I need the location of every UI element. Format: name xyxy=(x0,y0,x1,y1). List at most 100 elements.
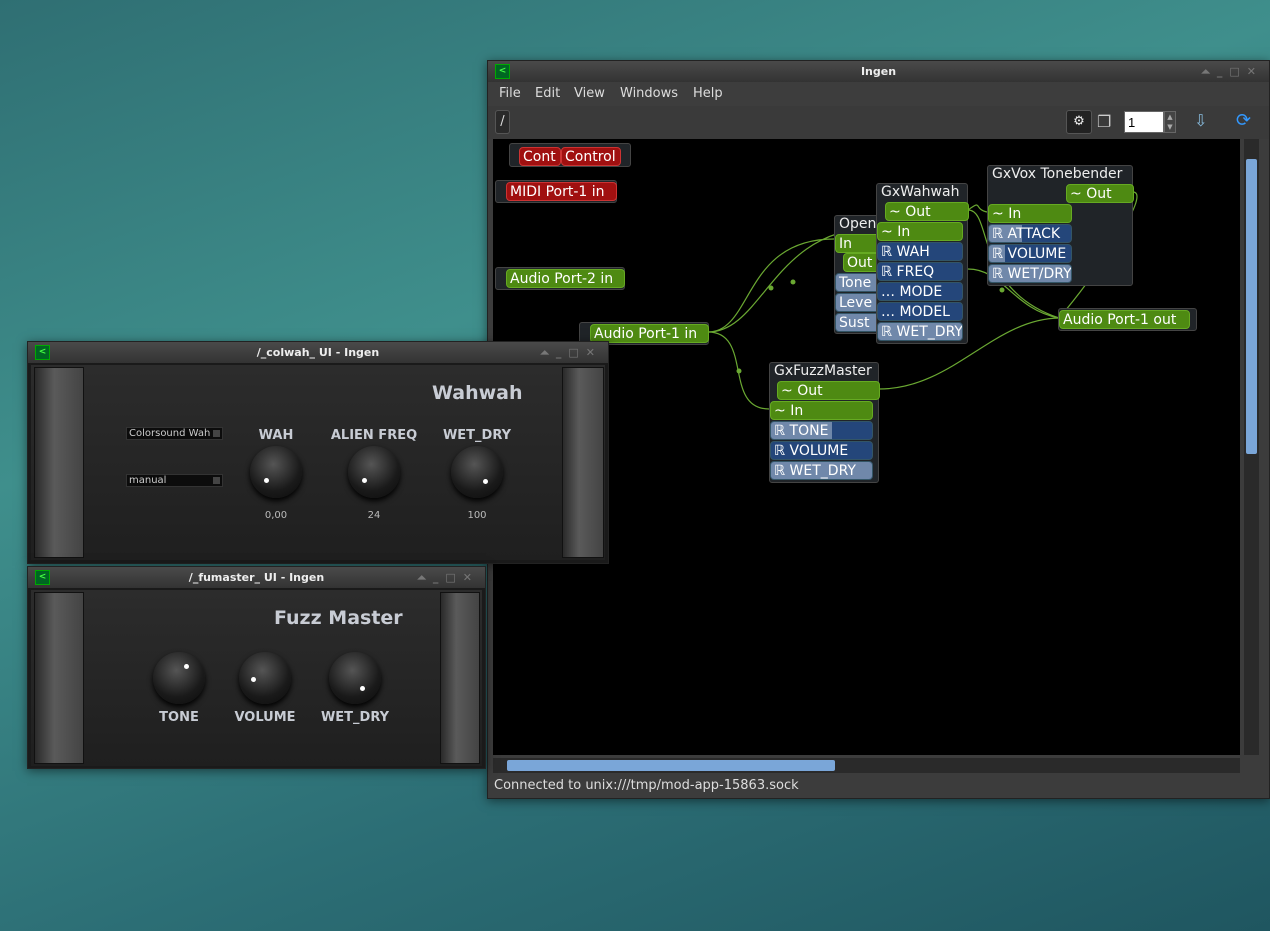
menu-file[interactable]: File xyxy=(499,86,521,101)
alien-freq-knob[interactable] xyxy=(348,446,400,498)
port-control[interactable]: ℝ WAH xyxy=(877,242,963,261)
port-control[interactable]: ℝ WET_DRY xyxy=(770,461,873,480)
fumaster-titlebar[interactable]: < /_fumaster_ UI - Ingen ⏶_□✕ xyxy=(28,567,485,588)
left-rail xyxy=(34,367,84,558)
port-out[interactable]: ~ Out xyxy=(777,381,880,400)
port-control[interactable]: … MODEL xyxy=(877,302,963,321)
port-label: WET/DRY xyxy=(1007,266,1072,282)
port-label: VOLUME xyxy=(1007,246,1067,262)
model-select[interactable]: Colorsound Wah xyxy=(126,427,223,440)
port-label: WAH xyxy=(896,244,930,260)
right-rail xyxy=(440,592,480,764)
wah-knob[interactable] xyxy=(250,446,302,498)
audio-in-2-node[interactable]: Audio Port-2 in xyxy=(495,267,625,290)
node-title: GxWahwah xyxy=(881,184,960,200)
node-title: GxFuzzMaster xyxy=(774,363,872,379)
port-control[interactable]: ℝ WET/DRY xyxy=(988,264,1072,283)
scroll-thumb[interactable] xyxy=(1246,159,1257,454)
port-in[interactable]: ~ In xyxy=(877,222,963,241)
vertical-scrollbar[interactable] xyxy=(1244,139,1259,755)
wire-handle xyxy=(736,368,742,374)
knob-label: WET_DRY xyxy=(320,710,390,725)
save-icon[interactable]: ⇩ xyxy=(1194,111,1207,130)
port-control[interactable]: ℝ ATTACK xyxy=(988,224,1072,243)
wet-dry-knob[interactable] xyxy=(451,446,503,498)
knob-label: WET_DRY xyxy=(442,428,512,443)
port-out[interactable]: ~ Out xyxy=(1066,184,1134,203)
wire-handle xyxy=(999,287,1005,293)
port-label: VOLUME xyxy=(789,443,849,459)
copy-icon[interactable]: ❐ xyxy=(1097,112,1111,131)
tone-knob[interactable] xyxy=(153,652,205,704)
midi-port-1-in[interactable]: MIDI Port-1 in xyxy=(506,182,617,201)
port-label: TONE xyxy=(789,423,829,439)
audio-port-1-out[interactable]: Audio Port-1 out xyxy=(1059,310,1190,329)
ingen-app-icon: < xyxy=(495,64,510,79)
port-label: MODE xyxy=(899,284,943,300)
path-root-button[interactable]: / xyxy=(495,110,510,134)
left-rail xyxy=(34,592,84,764)
port-out[interactable]: ~ Out xyxy=(885,202,969,221)
menubar: File Edit View Windows Help xyxy=(488,82,1269,106)
midi-in-node[interactable]: MIDI Port-1 in xyxy=(495,180,617,203)
control-port[interactable]: Control xyxy=(561,147,621,166)
horizontal-scrollbar[interactable] xyxy=(493,758,1240,773)
control-port[interactable]: Cont xyxy=(519,147,561,166)
port-in[interactable]: ~ In xyxy=(988,204,1072,223)
gxfuzzmaster-node[interactable]: GxFuzzMaster ~ Out ~ In ℝ TONE ℝ VOLUME ℝ … xyxy=(769,362,880,483)
port-control[interactable]: ℝ FREQ xyxy=(877,262,963,281)
gxwahwah-node[interactable]: GxWahwah ~ Out ~ In ℝ WAH ℝ FREQ… MODE… M… xyxy=(876,183,969,344)
wire-handle xyxy=(768,285,774,291)
knob-label: ALIEN FREQ xyxy=(330,428,418,443)
window-controls[interactable]: ⏶_□✕ xyxy=(1201,61,1263,82)
refresh-icon[interactable]: ⟳ xyxy=(1236,110,1251,131)
spinner-arrows[interactable]: ▲ ▼ xyxy=(1164,111,1176,133)
colwah-titlebar[interactable]: < /_colwah_ UI - Ingen ⏶_□✕ xyxy=(28,342,608,363)
status-bar: Connected to unix:///tmp/mod-app-15863.s… xyxy=(494,778,799,793)
window-controls[interactable]: ⏶_□✕ xyxy=(540,342,602,363)
port-control[interactable]: ℝ VOLUME xyxy=(988,244,1072,263)
plugin-panel: Fuzz Master TONE VOLUME WET_DRY xyxy=(31,590,482,766)
wet-dry-knob[interactable] xyxy=(329,652,381,704)
plugin-name: Fuzz Master xyxy=(274,607,403,629)
port-label: WET_DRY xyxy=(789,463,856,479)
menu-windows[interactable]: Windows xyxy=(620,86,678,101)
menu-view[interactable]: View xyxy=(574,86,605,101)
audio-port-2-in[interactable]: Audio Port-2 in xyxy=(506,269,625,288)
window-title: Ingen xyxy=(860,65,897,78)
port-control[interactable]: ℝ WET_DRY xyxy=(877,322,963,341)
menu-help[interactable]: Help xyxy=(693,86,723,101)
colwah-ui-window: < /_colwah_ UI - Ingen ⏶_□✕ Wahwah Color… xyxy=(27,341,609,564)
port-control[interactable]: ℝ TONE xyxy=(770,421,873,440)
arrange-icon[interactable]: ⚙ xyxy=(1066,110,1092,134)
port-control[interactable]: … MODE xyxy=(877,282,963,301)
node-title: Open xyxy=(839,216,877,232)
port-label: WET_DRY xyxy=(896,324,963,340)
audio-out-1-node[interactable]: Audio Port-1 out xyxy=(1058,308,1197,331)
mode-select[interactable]: manual xyxy=(126,474,223,487)
ingen-titlebar[interactable]: < Ingen ⏶_□✕ xyxy=(488,61,1269,82)
port-in[interactable]: ~ In xyxy=(770,401,873,420)
knob-value[interactable]: 24 xyxy=(344,510,404,521)
volume-knob[interactable] xyxy=(239,652,291,704)
window-title: /_fumaster_ UI - Ingen xyxy=(188,571,325,584)
window-controls[interactable]: ⏶_□✕ xyxy=(417,567,479,588)
ingen-app-icon: < xyxy=(35,345,50,360)
knob-value[interactable]: 0,00 xyxy=(246,510,306,521)
gxvox-tonebender-node[interactable]: GxVox Tonebender ~ Out ~ In ℝ ATTACK ℝ VO… xyxy=(987,165,1134,286)
ingen-app-icon: < xyxy=(35,570,50,585)
port-label: MODEL xyxy=(899,304,950,320)
port-control[interactable]: ℝ VOLUME xyxy=(770,441,873,460)
fumaster-ui-window: < /_fumaster_ UI - Ingen ⏶_□✕ Fuzz Maste… xyxy=(27,566,486,769)
node-title: GxVox Tonebender xyxy=(992,166,1123,182)
knob-value[interactable]: 100 xyxy=(447,510,507,521)
plugin-name: Wahwah xyxy=(432,382,523,404)
toolbar: / ⚙ ❐ ▲▼ ⇩ ⟳ xyxy=(488,106,1269,139)
control-node[interactable]: Cont Control xyxy=(509,143,631,167)
menu-edit[interactable]: Edit xyxy=(535,86,560,101)
plugin-panel: Wahwah Colorsound Wah manual WAH ALIEN F… xyxy=(31,365,605,560)
scroll-thumb[interactable] xyxy=(507,760,835,771)
right-rail xyxy=(562,367,604,558)
port-label: ATTACK xyxy=(1007,226,1061,242)
zoom-spinner[interactable] xyxy=(1124,111,1164,133)
